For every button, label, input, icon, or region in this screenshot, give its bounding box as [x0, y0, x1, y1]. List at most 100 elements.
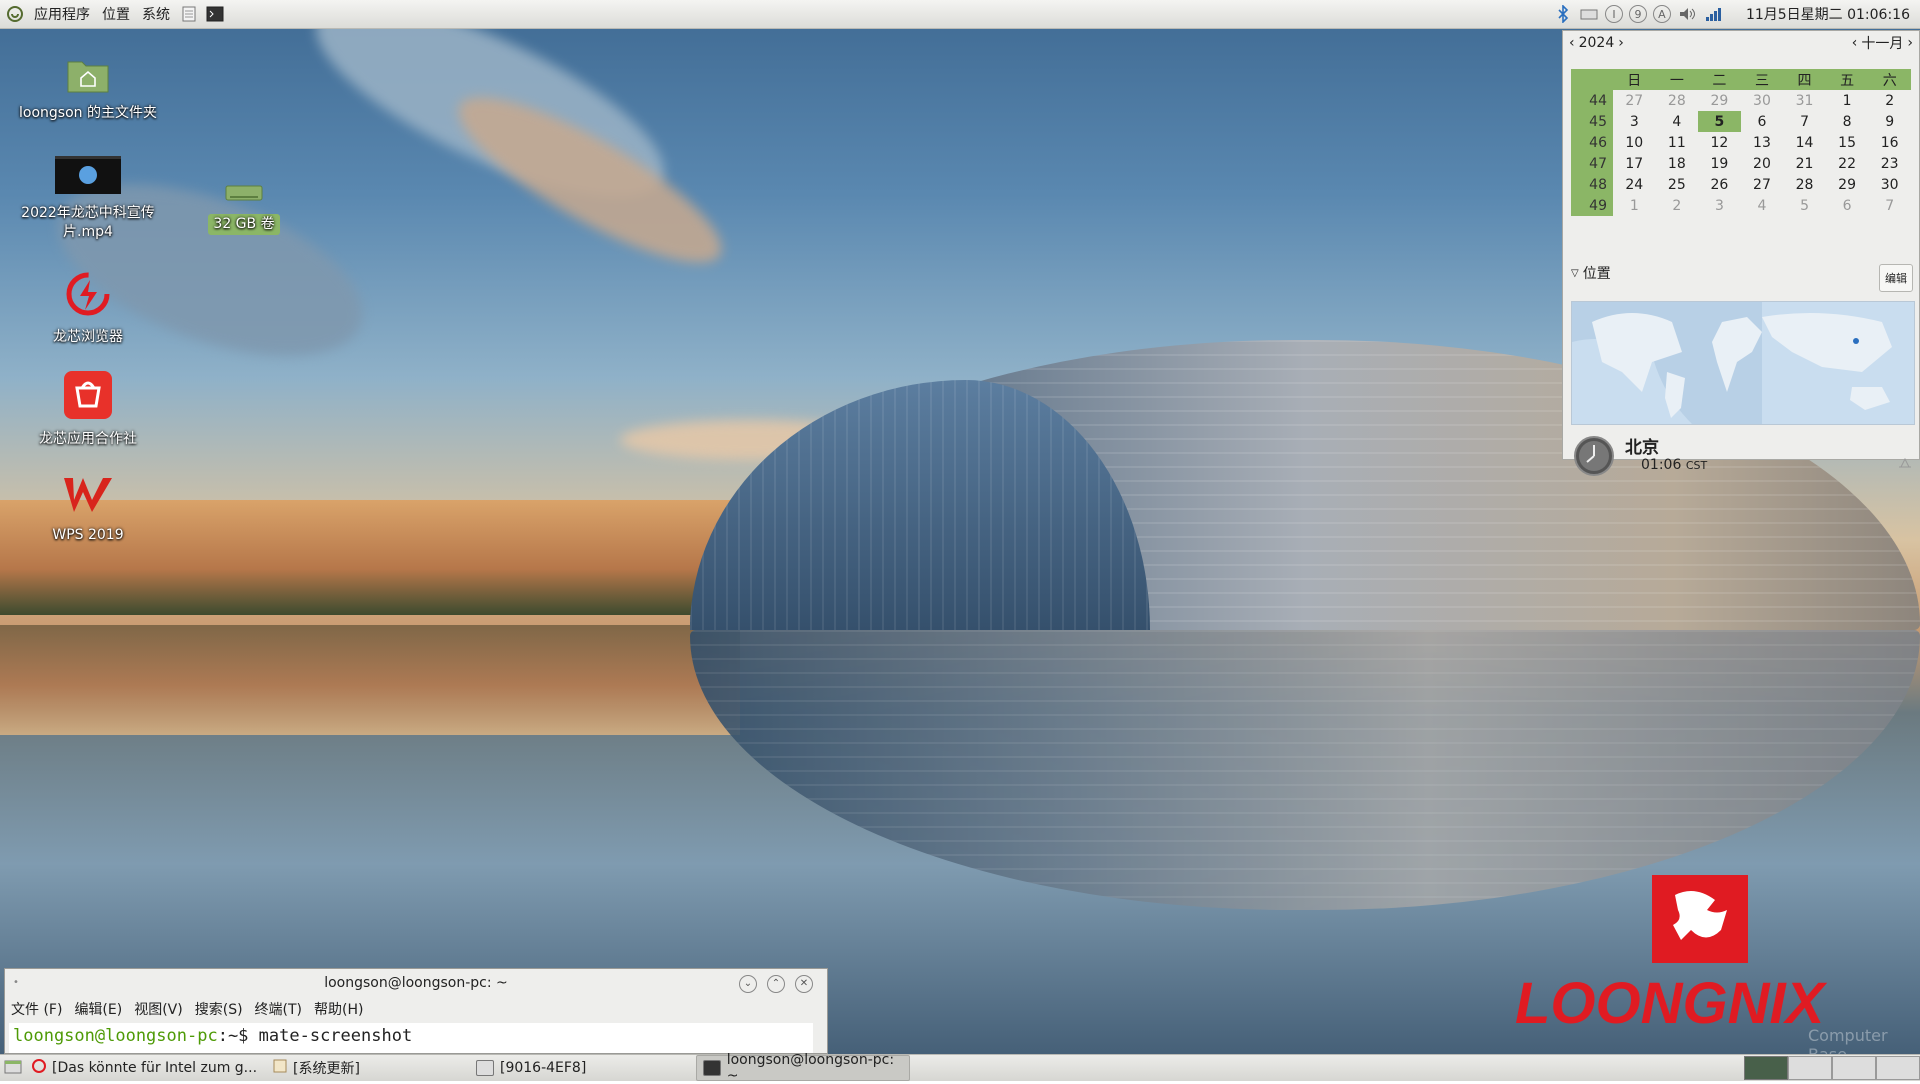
calendar-day[interactable]: 24	[1613, 174, 1656, 195]
workspace-4[interactable]	[1876, 1056, 1920, 1080]
text-editor-launcher-icon[interactable]	[180, 5, 198, 23]
terminal-menu-edit[interactable]: 编辑(E)	[74, 999, 122, 1019]
desktop-icon-app-store[interactable]: 龙芯应用合作社	[18, 370, 158, 449]
desktop-icon-label: WPS 2019	[52, 527, 124, 543]
calendar-day[interactable]: 3	[1698, 195, 1741, 216]
calendar-day[interactable]: 5	[1698, 111, 1741, 132]
volume-icon[interactable]	[1678, 5, 1696, 23]
calendar-day[interactable]: 15	[1826, 132, 1869, 153]
calendar-day[interactable]: 21	[1783, 153, 1826, 174]
terminal-menu-view[interactable]: 视图(V)	[134, 999, 183, 1019]
terminal-menu-file[interactable]: 文件 (F)	[11, 999, 62, 1019]
calendar-day[interactable]: 7	[1868, 195, 1911, 216]
calendar-day[interactable]: 11	[1656, 132, 1699, 153]
calendar-day[interactable]: 6	[1826, 195, 1869, 216]
calendar-day[interactable]: 28	[1783, 174, 1826, 195]
distro-logo-icon[interactable]	[6, 5, 24, 23]
calendar-day[interactable]: 26	[1698, 174, 1741, 195]
workspace-switcher[interactable]	[1744, 1056, 1920, 1080]
network-signal-icon[interactable]	[1704, 5, 1722, 23]
location-time: 01:06 CST	[1641, 457, 1708, 473]
calendar-day[interactable]: 7	[1783, 111, 1826, 132]
calendar-day[interactable]: 12	[1698, 132, 1741, 153]
calendar-day[interactable]: 17	[1613, 153, 1656, 174]
keyboard-icon[interactable]	[1580, 5, 1598, 23]
workspace-2[interactable]	[1788, 1056, 1832, 1080]
calendar-day[interactable]: 20	[1741, 153, 1784, 174]
taskbar-item-system-update[interactable]: [系统更新]	[267, 1056, 366, 1080]
bluetooth-icon[interactable]	[1554, 4, 1572, 24]
workspace-1[interactable]	[1744, 1056, 1788, 1080]
system-tray: I 9 A 11月5日星期二 01:06:16	[1550, 0, 1920, 28]
calendar-day[interactable]: 19	[1698, 153, 1741, 174]
edit-locations-button[interactable]: 编辑	[1879, 264, 1913, 292]
week-number: 45	[1571, 111, 1613, 132]
terminal-output[interactable]: loongson@loongson-pc:~$ mate-screenshot	[9, 1023, 813, 1053]
calendar-day[interactable]: 30	[1741, 90, 1784, 111]
next-year-button[interactable]: ›	[1618, 35, 1624, 51]
minimize-button[interactable]: ⌄	[739, 975, 757, 993]
input-method-icon[interactable]: I	[1604, 5, 1623, 23]
calendar-day[interactable]: 4	[1741, 195, 1784, 216]
taskbar-item-volume[interactable]: [9016-4EF8]	[470, 1056, 592, 1080]
menu-places[interactable]: 位置	[96, 4, 136, 24]
calendar-day[interactable]: 29	[1826, 174, 1869, 195]
calendar-day[interactable]: 28	[1656, 90, 1699, 111]
weekday-header: 日	[1613, 69, 1656, 90]
panel-clock[interactable]: 11月5日星期二 01:06:16	[1726, 4, 1920, 24]
terminal-menu-search[interactable]: 搜索(S)	[195, 999, 243, 1019]
calendar-day[interactable]: 10	[1613, 132, 1656, 153]
location-row[interactable]: 北京 01:06 CST	[1571, 433, 1913, 479]
desktop-icon-home[interactable]: loongson 的主文件夹	[18, 54, 158, 123]
calendar-day[interactable]: 18	[1656, 153, 1699, 174]
desktop-icon-drive[interactable]: 32 GB 卷	[174, 182, 314, 235]
terminal-menu-help[interactable]: 帮助(H)	[314, 999, 363, 1019]
calendar-day[interactable]: 2	[1868, 90, 1911, 111]
desktop-icon-label: 32 GB 卷	[208, 214, 280, 235]
expander-arrow-icon: ▽	[1571, 267, 1579, 279]
calendar-day[interactable]: 1	[1613, 195, 1656, 216]
calendar-day[interactable]: 5	[1783, 195, 1826, 216]
calendar-day[interactable]: 1	[1826, 90, 1869, 111]
prev-year-button[interactable]: ‹	[1569, 35, 1575, 51]
calendar-day[interactable]: 25	[1656, 174, 1699, 195]
maximize-button[interactable]: ⌃	[767, 975, 785, 993]
terminal-titlebar[interactable]: • loongson@loongson-pc: ~ ⌄ ⌃ ✕	[5, 969, 827, 997]
calendar-day[interactable]: 31	[1783, 90, 1826, 111]
calendar-day[interactable]: 2	[1656, 195, 1699, 216]
show-desktop-icon[interactable]	[4, 1059, 22, 1077]
menu-applications[interactable]: 应用程序	[28, 4, 96, 24]
calendar-day[interactable]: 30	[1868, 174, 1911, 195]
calendar-day[interactable]: 13	[1741, 132, 1784, 153]
locations-expander[interactable]: ▽ 位置	[1571, 263, 1611, 283]
next-month-button[interactable]: ›	[1907, 35, 1913, 51]
accessibility-icon[interactable]: A	[1652, 5, 1671, 23]
calendar-day[interactable]: 14	[1783, 132, 1826, 153]
calendar-day[interactable]: 23	[1868, 153, 1911, 174]
calendar-day[interactable]: 4	[1656, 111, 1699, 132]
calendar-day[interactable]: 3	[1613, 111, 1656, 132]
weekday-header: 三	[1740, 69, 1784, 90]
desktop-icon-video[interactable]: 2022年龙芯中科宣传片.mp4	[18, 156, 158, 242]
calendar-day[interactable]: 16	[1868, 132, 1911, 153]
calendar-day[interactable]: 29	[1698, 90, 1741, 111]
menu-system[interactable]: 系统	[136, 4, 176, 24]
taskbar-item-browser[interactable]: [Das könnte für Intel zum g...	[26, 1056, 263, 1080]
calendar-day[interactable]: 22	[1826, 153, 1869, 174]
calendar-day[interactable]: 8	[1826, 111, 1869, 132]
terminal-menu-terminal[interactable]: 终端(T)	[255, 999, 302, 1019]
prev-month-button[interactable]: ‹	[1852, 35, 1858, 51]
taskbar-item-terminal[interactable]: loongson@loongson-pc: ~	[696, 1052, 911, 1084]
calendar-day[interactable]: 27	[1613, 90, 1656, 111]
calendar-day[interactable]: 9	[1868, 111, 1911, 132]
calendar-day[interactable]: 27	[1741, 174, 1784, 195]
workspace-3[interactable]	[1832, 1056, 1876, 1080]
update-indicator-icon[interactable]: 9	[1628, 5, 1647, 23]
desktop-icon-wps[interactable]: WPS 2019	[18, 476, 158, 545]
window-menu-icon[interactable]: •	[13, 969, 19, 997]
close-button[interactable]: ✕	[795, 975, 813, 993]
terminal-launcher-icon[interactable]	[206, 5, 224, 23]
calendar-day[interactable]: 6	[1741, 111, 1784, 132]
desktop-icon-browser[interactable]: 龙芯浏览器	[18, 270, 158, 347]
world-map[interactable]	[1571, 301, 1915, 425]
